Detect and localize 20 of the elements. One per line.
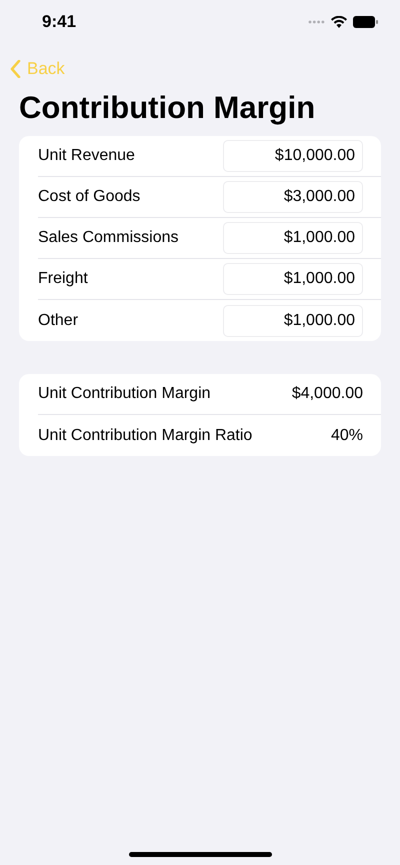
amount-field[interactable]: $1,000.00 xyxy=(223,263,363,295)
status-time: 9:41 xyxy=(42,12,76,32)
amount-field[interactable]: $1,000.00 xyxy=(223,304,363,336)
amount-field[interactable]: $3,000.00 xyxy=(223,181,363,213)
result-label: Unit Contribution Margin Ratio xyxy=(38,426,252,444)
amount-field[interactable]: $1,000.00 xyxy=(223,222,363,254)
page-title: Contribution Margin xyxy=(19,90,316,126)
chevron-left-icon xyxy=(10,60,21,78)
field-label: Other xyxy=(38,312,78,330)
result-label: Unit Contribution Margin xyxy=(38,385,211,403)
amount-field[interactable]: $10,000.00 xyxy=(223,140,363,172)
result-value: 40% xyxy=(330,426,363,444)
field-label: Freight xyxy=(38,270,88,288)
signal-icon xyxy=(308,20,325,24)
result-value: $4,000.00 xyxy=(292,385,363,403)
field-label: Sales Commissions xyxy=(38,229,178,247)
field-label: Unit Revenue xyxy=(38,147,135,165)
battery-icon xyxy=(353,16,378,28)
wifi-icon xyxy=(331,16,347,28)
field-label: Cost of Goods xyxy=(38,188,140,206)
